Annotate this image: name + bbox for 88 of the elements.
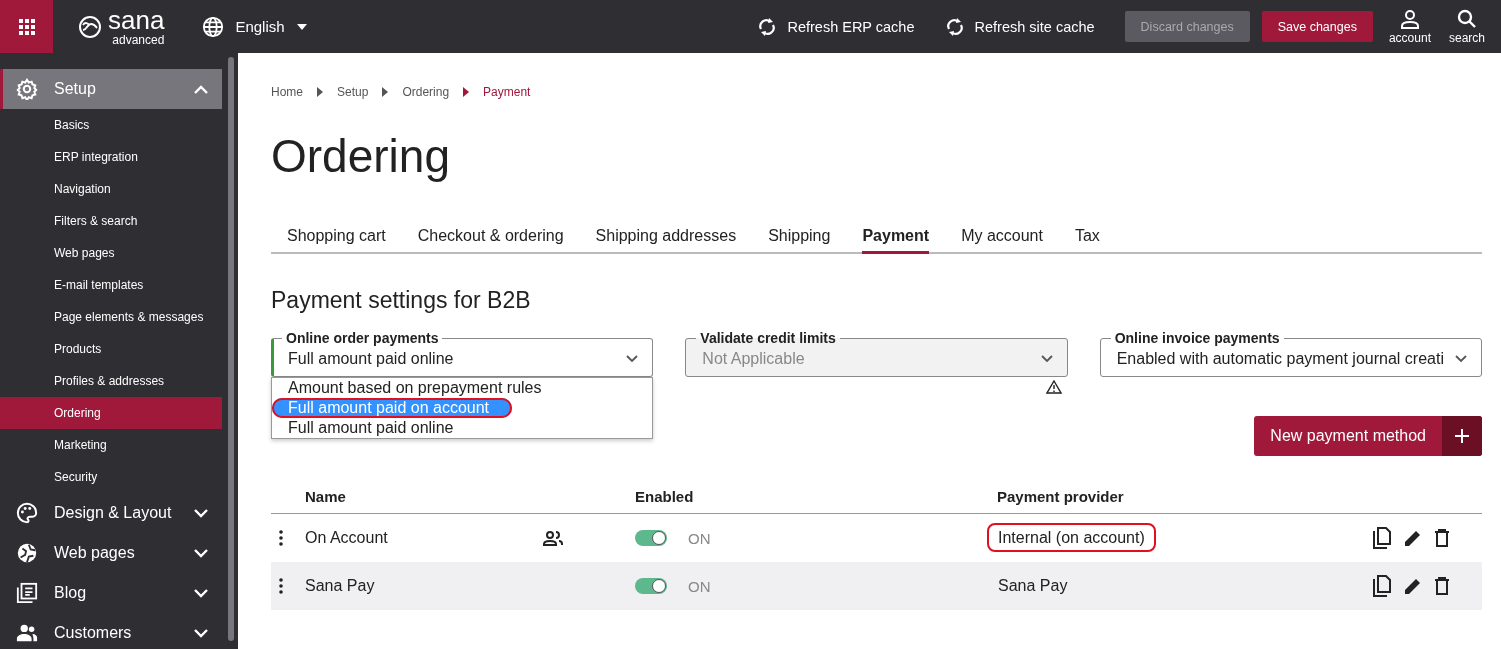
sidebar-item[interactable]: Security	[0, 461, 222, 493]
globe-icon	[16, 542, 38, 564]
chevron-icon	[1040, 355, 1053, 363]
refresh-icon	[944, 15, 965, 38]
sidebar-item[interactable]: Marketing	[0, 429, 222, 461]
chevron-icon	[194, 628, 208, 638]
sidebar-section[interactable]: Web pages	[0, 533, 222, 573]
drag-handle-icon[interactable]	[279, 578, 283, 594]
arrow-icon	[317, 87, 323, 97]
chevron-icon	[194, 548, 208, 558]
caret-icon	[295, 22, 308, 31]
account-button[interactable]: account	[1386, 8, 1433, 45]
sidebar-item[interactable]: Web pages	[0, 237, 222, 269]
arrow-icon	[463, 87, 470, 97]
gear-icon	[16, 78, 38, 100]
plus-icon	[1454, 428, 1470, 444]
sidebar-item[interactable]: Ordering	[0, 397, 222, 429]
apps-button[interactable]	[0, 0, 53, 53]
table-cell-text: Sana Pay	[997, 576, 1069, 596]
sidebar-item[interactable]: Page elements & messages	[0, 301, 222, 333]
sidebar-section[interactable]: Setup	[0, 69, 222, 109]
person-icon	[1399, 8, 1420, 29]
grid-icon	[18, 18, 35, 35]
tab[interactable]: My account	[945, 220, 1059, 252]
refresh-button[interactable]: Refresh site cache	[944, 15, 1095, 38]
breadcrumb-link[interactable]: Payment	[483, 85, 531, 99]
logo-icon	[78, 14, 102, 39]
sidebar-item[interactable]: Filters & search	[0, 205, 222, 237]
people-icon	[16, 622, 38, 644]
search-icon	[1457, 8, 1477, 29]
chevron-icon	[194, 508, 208, 518]
page-title: Ordering	[271, 129, 451, 184]
table-cell-text: Sana Pay	[305, 577, 376, 595]
logo-text: sana	[108, 7, 165, 33]
sidebar-item[interactable]: Basics	[0, 109, 222, 141]
tab[interactable]: Shipping addresses	[579, 220, 753, 252]
toggle-label: ON	[688, 577, 711, 595]
toggle-switch[interactable]	[635, 530, 667, 546]
search-button[interactable]: search	[1446, 8, 1487, 45]
table-cell-text: On Account	[305, 529, 389, 547]
tab[interactable]: Checkout & ordering	[401, 220, 580, 252]
sidebar-item[interactable]: Navigation	[0, 173, 222, 205]
copy-icon[interactable]	[1372, 527, 1392, 549]
drag-handle-icon[interactable]	[279, 530, 283, 546]
breadcrumb-link[interactable]: Home	[271, 85, 303, 99]
tab[interactable]: Shopping cart	[271, 220, 402, 252]
sidebar-item[interactable]: Profiles & addresses	[0, 365, 222, 397]
tab[interactable]: Shipping	[752, 220, 847, 252]
save-button[interactable]: Save changes	[1261, 11, 1373, 42]
sidebar-section[interactable]: Design & Layout	[0, 493, 222, 533]
new-payment-method-button[interactable]: New payment method	[1254, 416, 1482, 456]
toggle-switch[interactable]	[635, 578, 667, 594]
pencil-icon[interactable]	[1404, 577, 1422, 595]
tab[interactable]: Tax	[1058, 220, 1116, 252]
chevron-icon	[194, 84, 208, 94]
globe-icon	[202, 15, 225, 38]
sidebar-item[interactable]: E-mail templates	[0, 269, 222, 301]
tab[interactable]: Payment	[862, 220, 930, 254]
chevron-icon	[194, 588, 208, 598]
table-cell: Internal (on account)	[987, 523, 1156, 552]
breadcrumb-link[interactable]: Setup	[337, 85, 369, 99]
palette-icon	[16, 502, 38, 524]
column-header: Payment provider	[997, 488, 1125, 505]
scrollbar[interactable]	[228, 57, 234, 641]
sidebar-section[interactable]: Blog	[0, 573, 222, 613]
select-field[interactable]: Online invoice payments Enabled with automatic payment journal creati	[1099, 330, 1482, 377]
dropdown-option[interactable]: Amount based on prepayment rules	[272, 378, 653, 398]
arrow-icon	[382, 87, 389, 97]
trash-icon[interactable]	[1434, 529, 1450, 547]
refresh-icon	[757, 15, 778, 38]
toggle-label: ON	[688, 529, 711, 547]
sidebar-item[interactable]: Products	[0, 333, 222, 365]
copy-icon[interactable]	[1372, 575, 1392, 597]
column-header: Enabled	[635, 488, 695, 505]
dropdown-option[interactable]: Full amount paid online	[272, 418, 653, 438]
column-header: Name	[305, 488, 347, 505]
breadcrumb-link[interactable]: Ordering	[402, 85, 450, 99]
sidebar-section[interactable]: Customers	[0, 613, 222, 649]
document-icon	[16, 582, 38, 604]
language-selector[interactable]: English	[202, 15, 308, 38]
pencil-icon[interactable]	[1404, 529, 1422, 547]
chevron-icon	[1455, 355, 1467, 363]
chevron-icon	[626, 355, 639, 363]
logo-subtitle: advanced	[112, 34, 165, 46]
sidebar-item[interactable]: ERP integration	[0, 141, 222, 173]
trash-icon[interactable]	[1434, 577, 1450, 595]
refresh-button[interactable]: Refresh ERP cache	[757, 15, 915, 38]
section-title: Payment settings for B2B	[271, 286, 532, 314]
